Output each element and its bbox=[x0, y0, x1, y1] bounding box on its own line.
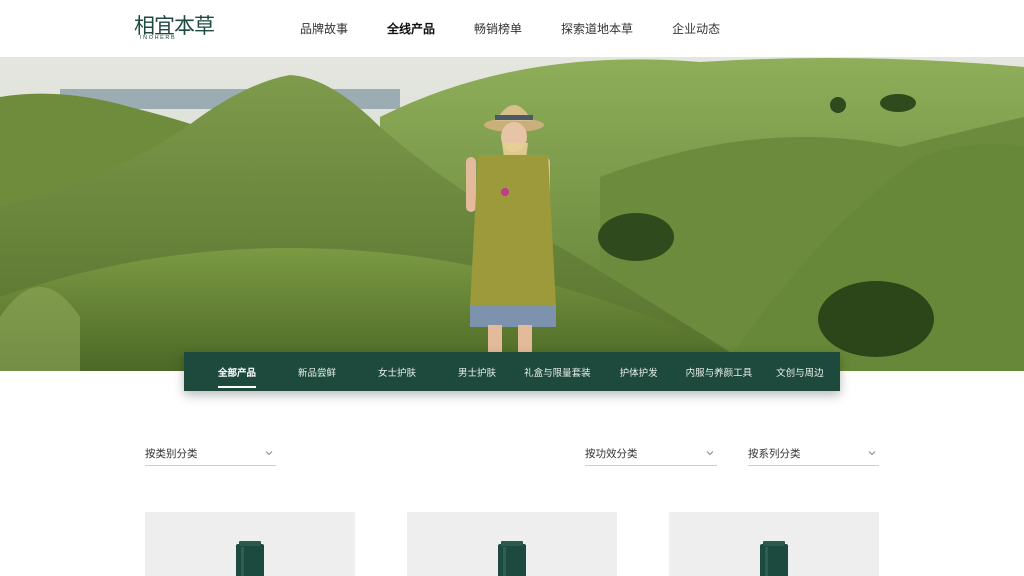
product-bottle-icon bbox=[760, 541, 788, 576]
chevron-down-icon bbox=[265, 451, 273, 456]
hero-banner bbox=[0, 57, 1024, 371]
product-card[interactable] bbox=[145, 512, 355, 576]
filter-by-effect-label: 按功效分类 bbox=[585, 448, 638, 460]
tab-all-products[interactable]: 全部产品 bbox=[218, 365, 257, 388]
filter-by-series-label: 按系列分类 bbox=[748, 448, 801, 460]
tab-supplements-tools[interactable]: 内服与养颜工具 bbox=[686, 365, 753, 379]
site-header: 相宜本草 INOHERB 品牌故事 全线产品 畅销榜单 探索道地本草 企业动态 bbox=[0, 0, 1024, 57]
nav-item-bestsellers[interactable]: 畅销榜单 bbox=[474, 20, 522, 37]
nav-item-brand-story[interactable]: 品牌故事 bbox=[300, 20, 348, 37]
tab-gift-sets[interactable]: 礼盒与限量套装 bbox=[524, 365, 591, 379]
filter-by-effect-select[interactable]: 按功效分类 bbox=[585, 440, 717, 466]
main-nav: 品牌故事 全线产品 畅销榜单 探索道地本草 企业动态 bbox=[300, 0, 759, 57]
nav-item-explore-herbs[interactable]: 探索道地本草 bbox=[561, 20, 633, 37]
filter-by-series-select[interactable]: 按系列分类 bbox=[748, 440, 879, 466]
chevron-down-icon bbox=[868, 451, 876, 456]
tab-new-arrivals[interactable]: 新品尝鲜 bbox=[298, 365, 336, 379]
nav-item-company-news[interactable]: 企业动态 bbox=[672, 20, 720, 37]
product-card[interactable] bbox=[407, 512, 617, 576]
product-bottle-icon bbox=[236, 541, 264, 576]
brand-logo[interactable]: 相宜本草 INOHERB bbox=[134, 14, 215, 46]
nav-item-all-products[interactable]: 全线产品 bbox=[387, 20, 435, 37]
filter-by-type-select[interactable]: 按类别分类 bbox=[145, 440, 276, 466]
chevron-down-icon bbox=[706, 451, 714, 456]
product-card[interactable] bbox=[669, 512, 879, 576]
tab-women-skincare[interactable]: 女士护肤 bbox=[378, 365, 416, 379]
tab-cultural-merch[interactable]: 文创与周边 bbox=[776, 365, 824, 379]
product-bottle-icon bbox=[498, 541, 526, 576]
tab-body-hair-care[interactable]: 护体护发 bbox=[620, 365, 658, 379]
hero-landscape-image bbox=[0, 57, 1024, 371]
category-tabs-bar: 全部产品 新品尝鲜 女士护肤 男士护肤 礼盒与限量套装 护体护发 内服与养颜工具… bbox=[184, 352, 840, 391]
tab-men-skincare[interactable]: 男士护肤 bbox=[458, 365, 496, 379]
filter-by-type-label: 按类别分类 bbox=[145, 448, 198, 460]
